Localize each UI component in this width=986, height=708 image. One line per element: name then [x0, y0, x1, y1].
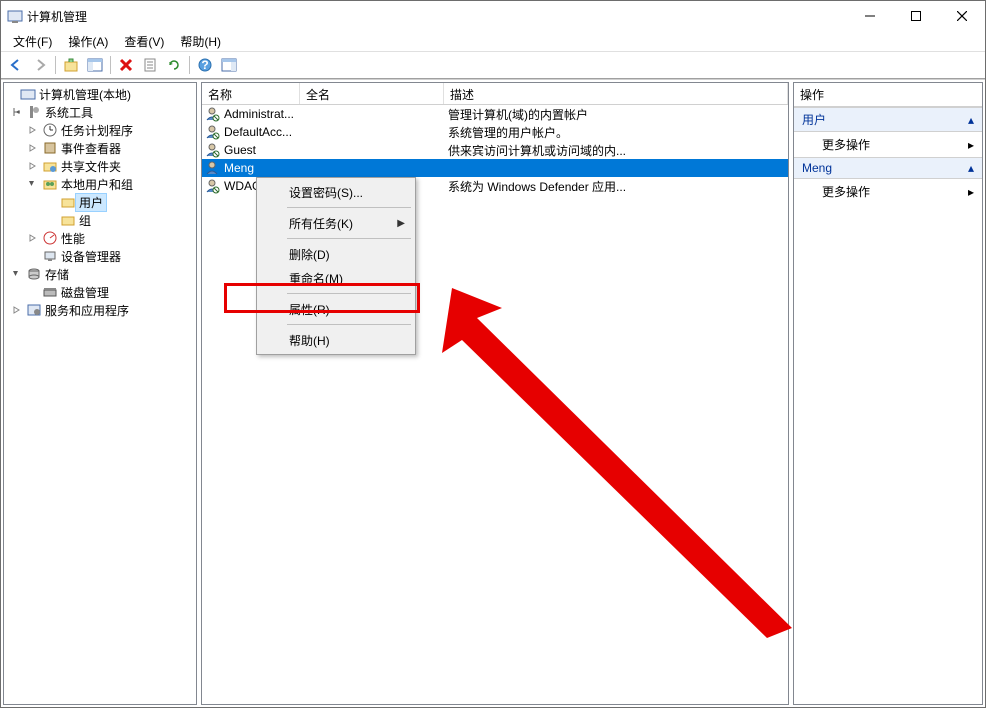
toolbar-separator: [189, 56, 190, 74]
minimize-button[interactable]: [847, 1, 893, 31]
show-actions-pane-button[interactable]: [218, 54, 240, 76]
menu-bar: 文件(F) 操作(A) 查看(V) 帮助(H): [1, 31, 985, 51]
list-row[interactable]: Administrat...管理计算机(域)的内置帐户: [202, 105, 788, 123]
main-area: 计算机管理(本地) 系统工具 任务计划程序 事件查看器 共享文件夹 本地用户和组…: [1, 79, 985, 707]
svg-text:?: ?: [201, 58, 208, 72]
menu-view[interactable]: 查看(V): [116, 31, 172, 52]
window-title: 计算机管理: [23, 8, 847, 25]
tree-device-manager[interactable]: 设备管理器: [4, 247, 196, 265]
menu-file[interactable]: 文件(F): [5, 31, 60, 52]
tree-root[interactable]: 计算机管理(本地): [4, 85, 196, 103]
col-fullname[interactable]: 全名: [300, 83, 444, 104]
help-button[interactable]: ?: [194, 54, 216, 76]
menu-help[interactable]: 帮助(H): [172, 31, 229, 52]
tree-local-users-groups[interactable]: 本地用户和组: [4, 175, 196, 193]
col-name[interactable]: 名称: [202, 83, 300, 104]
actions-header: 操作: [794, 83, 982, 107]
close-button[interactable]: [939, 1, 985, 31]
list-header: 名称 全名 描述: [202, 83, 788, 105]
list-row[interactable]: Guest供来宾访问计算机或访问域的内...: [202, 141, 788, 159]
menu-delete[interactable]: 删除(D): [259, 242, 413, 266]
tree-performance[interactable]: 性能: [4, 229, 196, 247]
tree-users[interactable]: 用户: [4, 193, 196, 211]
col-description[interactable]: 描述: [444, 83, 788, 104]
actions-panel: 操作 用户 ▴ 更多操作 ▸ Meng ▴ 更多操作 ▸: [793, 82, 983, 705]
up-button[interactable]: [60, 54, 82, 76]
menu-separator: [287, 207, 411, 208]
actions-section-users[interactable]: 用户 ▴: [794, 107, 982, 132]
menu-separator: [287, 238, 411, 239]
menu-separator: [287, 324, 411, 325]
menu-action[interactable]: 操作(A): [60, 31, 116, 52]
tree-panel[interactable]: 计算机管理(本地) 系统工具 任务计划程序 事件查看器 共享文件夹 本地用户和组…: [3, 82, 197, 705]
submenu-arrow-icon: ▸: [968, 185, 974, 199]
show-hide-tree-button[interactable]: [84, 54, 106, 76]
submenu-arrow-icon: ▸: [968, 138, 974, 152]
list-panel[interactable]: 名称 全名 描述 Administrat...管理计算机(域)的内置帐户 Def…: [201, 82, 789, 705]
app-icon: [7, 8, 23, 24]
properties-button[interactable]: [139, 54, 161, 76]
delete-button[interactable]: [115, 54, 137, 76]
actions-more-users[interactable]: 更多操作 ▸: [794, 132, 982, 157]
tree-system-tools[interactable]: 系统工具: [4, 103, 196, 121]
tree-services-apps[interactable]: 服务和应用程序: [4, 301, 196, 319]
actions-section-meng[interactable]: Meng ▴: [794, 157, 982, 179]
context-menu: 设置密码(S)... 所有任务(K)▶ 删除(D) 重命名(M) 属性(R) 帮…: [256, 177, 416, 355]
tree-disk-management[interactable]: 磁盘管理: [4, 283, 196, 301]
actions-more-meng[interactable]: 更多操作 ▸: [794, 179, 982, 204]
forward-button[interactable]: [29, 54, 51, 76]
toolbar-separator: [55, 56, 56, 74]
collapse-icon: ▴: [968, 161, 974, 175]
tree-task-scheduler[interactable]: 任务计划程序: [4, 121, 196, 139]
menu-set-password[interactable]: 设置密码(S)...: [259, 180, 413, 204]
list-row-selected[interactable]: Meng: [202, 159, 788, 177]
menu-rename[interactable]: 重命名(M): [259, 266, 413, 290]
toolbar: ?: [1, 51, 985, 79]
refresh-button[interactable]: [163, 54, 185, 76]
tree-event-viewer[interactable]: 事件查看器: [4, 139, 196, 157]
menu-separator: [287, 293, 411, 294]
collapse-icon: ▴: [968, 113, 974, 127]
menu-properties[interactable]: 属性(R): [259, 297, 413, 321]
menu-help[interactable]: 帮助(H): [259, 328, 413, 352]
tree-groups[interactable]: 组: [4, 211, 196, 229]
list-row[interactable]: DefaultAcc...系统管理的用户帐户。: [202, 123, 788, 141]
menu-all-tasks[interactable]: 所有任务(K)▶: [259, 211, 413, 235]
annotation-arrow: [412, 278, 802, 648]
submenu-arrow-icon: ▶: [397, 218, 405, 229]
title-bar: 计算机管理: [1, 1, 985, 31]
back-button[interactable]: [5, 54, 27, 76]
maximize-button[interactable]: [893, 1, 939, 31]
tree-storage[interactable]: 存储: [4, 265, 196, 283]
tree-shared-folders[interactable]: 共享文件夹: [4, 157, 196, 175]
toolbar-separator: [110, 56, 111, 74]
